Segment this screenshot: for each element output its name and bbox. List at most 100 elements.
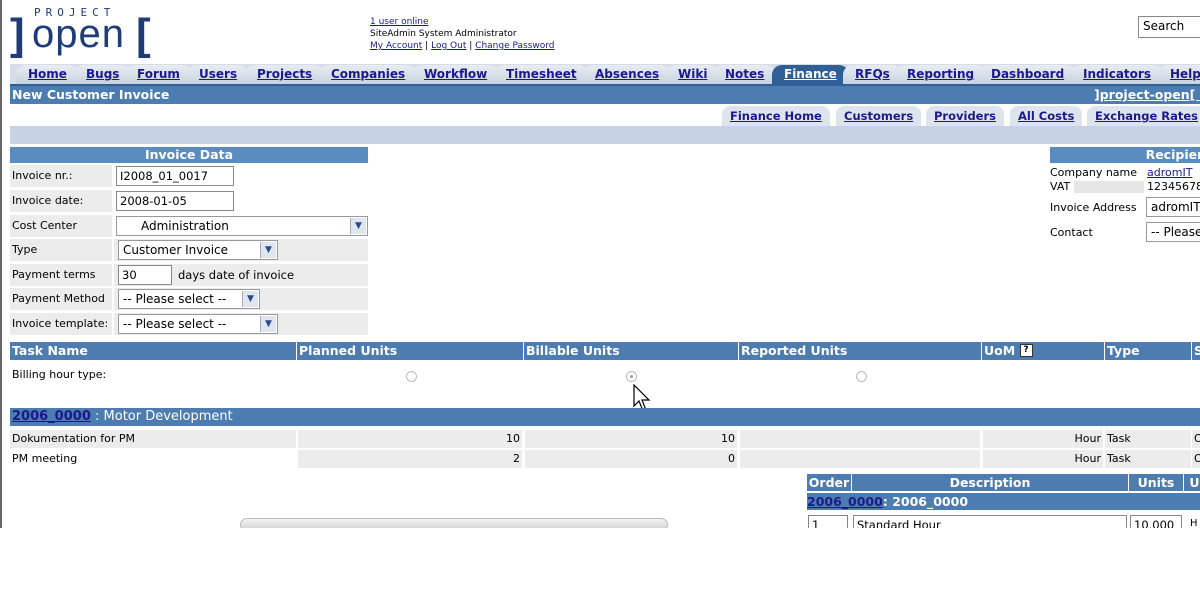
invoice-date-field[interactable]: 2008-01-05 [116, 191, 234, 211]
billable-units-cell: 10 [525, 430, 737, 448]
status-cell: O [1192, 450, 1200, 468]
col-uom-label: UoM [984, 343, 1016, 358]
subtab-customers[interactable]: Customers [836, 106, 922, 126]
project-group-row: 2006_0000 : Motor Development [10, 408, 1200, 426]
separator: | [469, 41, 473, 51]
invoice-lines-group-row: 2006_0000: 2006_0000 [807, 493, 1200, 510]
contact-select[interactable]: -- Please [1146, 222, 1200, 242]
uom-cell: Hour [983, 450, 1103, 468]
project-name: : Motor Development [90, 409, 233, 424]
description-field[interactable]: Standard Hour [853, 515, 1127, 528]
search-input[interactable]: Search [1138, 16, 1200, 38]
cost-center-value: Administration [141, 219, 229, 233]
page-title: New Customer Invoice [12, 87, 170, 102]
tab-timesheet[interactable]: Timesheet [494, 65, 589, 84]
tab-notes[interactable]: Notes [713, 65, 777, 84]
reported-units-cell [740, 450, 980, 468]
invoice-nr-field[interactable]: I2008_01_0017 [116, 166, 234, 186]
invoice-group-code-link[interactable]: 2006_0000 [807, 494, 883, 509]
units-field[interactable]: 10.000 [1130, 515, 1182, 528]
col-planned-units: Planned Units [297, 342, 523, 360]
invoice-template-select[interactable]: -- Please select -- ▼ [118, 314, 278, 334]
tab-dashboard[interactable]: Dashboard [979, 65, 1077, 84]
tab-wiki[interactable]: Wiki [666, 65, 720, 84]
vat-label-fill [1074, 181, 1144, 193]
user-name: SiteAdmin System Administrator [370, 29, 517, 39]
order-field[interactable]: 1 [808, 515, 848, 528]
subtab-all-costs[interactable]: All Costs [1010, 106, 1083, 126]
tab-companies[interactable]: Companies [319, 65, 418, 84]
page-title-bar: New Customer Invoice ]project-open[ : [10, 86, 1200, 104]
payment-terms-label: Payment terms [10, 264, 112, 286]
project-open-home-link[interactable]: ]project-open[ : [1094, 86, 1200, 104]
contact-label: Contact [1050, 226, 1093, 239]
logo-bracket-right: [ [136, 10, 151, 59]
users-online-link[interactable]: 1 user online [370, 17, 429, 27]
tab-finance[interactable]: Finance [772, 65, 849, 84]
user-info: 1 user online SiteAdmin System Administr… [370, 16, 555, 52]
uom-cell: Hour [983, 430, 1103, 448]
tab-absences[interactable]: Absences [583, 65, 672, 84]
invoice-data-header: Invoice Data [10, 147, 368, 163]
invoice-template-label: Invoice template: [10, 313, 112, 335]
change-password-link[interactable]: Change Password [475, 41, 554, 51]
tab-forum[interactable]: Forum [125, 65, 192, 84]
col-task-name: Task Name [10, 342, 296, 360]
log-out-link[interactable]: Log Out [431, 41, 466, 51]
tab-help[interactable]: Help [1158, 65, 1200, 84]
line-uom-value: H [1190, 518, 1198, 528]
radio-billable-units[interactable] [626, 371, 637, 382]
col-order: Order [807, 474, 851, 491]
subtab-finance-home[interactable]: Finance Home [722, 106, 830, 126]
radio-reported-units[interactable] [856, 371, 867, 382]
vat-label: VAT [1050, 180, 1071, 193]
chevron-down-icon: ▼ [260, 316, 276, 332]
invoice-template-value: -- Please select -- [123, 317, 227, 331]
payment-method-select[interactable]: -- Please select -- ▼ [118, 289, 260, 309]
billable-units-cell: 0 [525, 450, 737, 468]
radio-planned-units[interactable] [406, 371, 417, 382]
col-reported-units: Reported Units [739, 342, 981, 360]
chevron-down-icon: ▼ [350, 218, 366, 234]
payment-terms-suffix: days date of invoice [178, 268, 295, 282]
browser-page: ] PROJECT open [ 1 user online SiteAdmin… [0, 0, 1200, 528]
payment-method-value: -- Please select -- [123, 292, 227, 306]
my-account-link[interactable]: My Account [370, 41, 422, 51]
tab-rfqs[interactable]: RFQs [843, 65, 902, 84]
project-code-link[interactable]: 2006_0000 [12, 409, 91, 424]
main-nav: Home Bugs Forum Users Projects Companies… [10, 64, 1200, 86]
company-name-link[interactable]: adromIT [1147, 166, 1192, 179]
invoice-address-label: Invoice Address [1050, 201, 1137, 214]
tab-bugs[interactable]: Bugs [74, 65, 132, 84]
col-billable-units: Billable Units [524, 342, 738, 360]
tab-projects[interactable]: Projects [245, 65, 325, 84]
chevron-down-icon: ▼ [242, 291, 258, 307]
tab-users[interactable]: Users [187, 65, 250, 84]
separator: | [425, 41, 429, 51]
company-name-label: Company name [1050, 166, 1138, 179]
col-description: Description [852, 474, 1128, 491]
invoice-address-select[interactable]: adromIT [1146, 197, 1200, 217]
col-units: Units [1129, 474, 1183, 491]
tab-home[interactable]: Home [16, 65, 79, 84]
tab-indicators[interactable]: Indicators [1071, 65, 1163, 84]
type-cell: Task [1105, 450, 1191, 468]
invoice-group-name: : 2006_0000 [882, 494, 969, 509]
finance-subnav: Finance Home Customers Providers All Cos… [10, 104, 1200, 126]
project-open-logo[interactable]: ] PROJECT open [ [8, 4, 168, 60]
horizontal-scrollbar[interactable] [240, 518, 668, 528]
subtab-providers[interactable]: Providers [926, 106, 1004, 126]
payment-terms-field[interactable]: 30 [118, 265, 172, 285]
tab-workflow[interactable]: Workflow [412, 65, 500, 84]
invoice-nr-label: Invoice nr.: [10, 165, 112, 187]
cost-center-select[interactable]: Administration ▼ [116, 216, 368, 236]
col-type: Type [1105, 342, 1191, 360]
col-uom: UoM ? [982, 342, 1104, 360]
divider-strip [10, 126, 1200, 144]
chevron-down-icon: ▼ [260, 242, 276, 258]
subtab-exchange-rates[interactable]: Exchange Rates [1087, 106, 1200, 126]
payment-method-label: Payment Method [10, 288, 112, 310]
type-select[interactable]: Customer Invoice ▼ [118, 240, 278, 260]
help-icon[interactable]: ? [1019, 344, 1033, 357]
tab-reporting[interactable]: Reporting [895, 65, 987, 84]
